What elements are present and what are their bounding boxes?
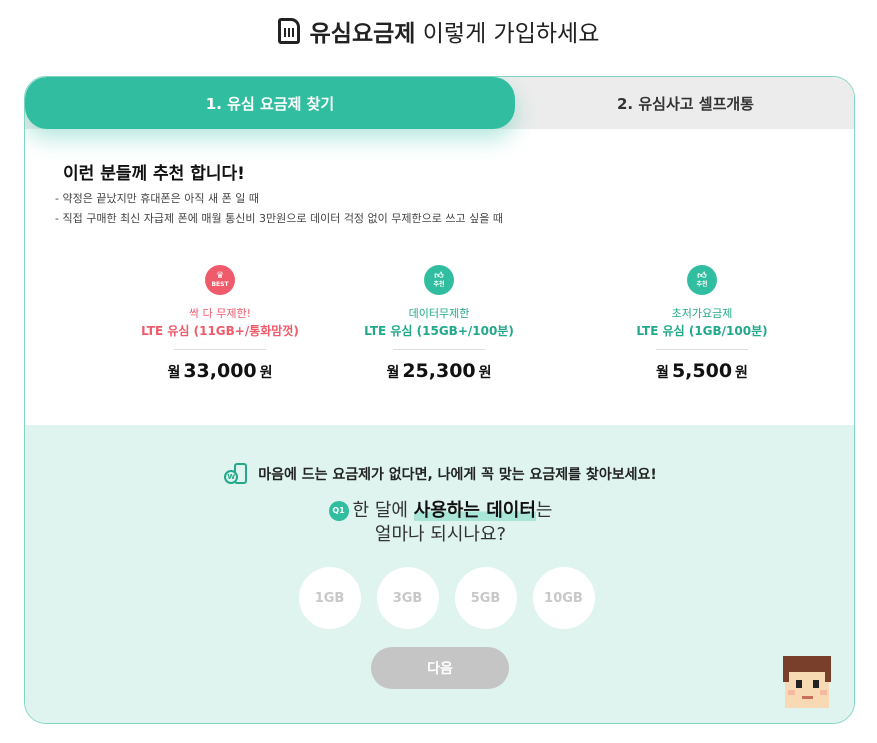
plan-name: LTE 유심 (15GB+/100분) (364, 324, 514, 338)
finder-heading: W 마음에 드는 요금제가 없다면, 나에게 꼭 맞는 요금제를 찾아보세요! (25, 463, 854, 485)
recommend-item: 약정은 끝났지만 휴대폰은 아직 새 폰 일 때 (55, 189, 503, 209)
plan-name: LTE 유심 (11GB+/통화맘껏) (141, 324, 299, 338)
recommend-item: 직접 구매한 최신 자급제 폰에 매월 통신비 3만원으로 데이터 걱정 없이 … (55, 209, 503, 229)
question-line2: 얼마나 되시나요? (374, 524, 507, 545)
thumbs-up-icon: 👍︎ (434, 271, 444, 281)
plan-divider (656, 349, 748, 350)
tab-bar: 2. 유심사고 셀프개통 1. 유심 요금제 찾기 (25, 77, 854, 129)
plan-tagline: 데이터무제한 (408, 307, 470, 320)
sim-card-icon (277, 18, 300, 44)
data-option-5gb[interactable]: 5GB (454, 567, 517, 629)
plan-price: 월 33,000 원 (120, 360, 320, 382)
badge-label: 추천 (696, 281, 708, 288)
plan-card-unlimited[interactable]: ♛ BEST 싹 다 무제한! LTE 유심 (11GB+/통화맘껏) 월 33… (120, 265, 320, 382)
question-text: 한 달에 (352, 500, 408, 521)
plan-price: 월 5,500 원 (602, 360, 802, 382)
plan-list: ♛ BEST 싹 다 무제한! LTE 유심 (11GB+/통화맘껏) 월 33… (25, 265, 854, 395)
data-option-1gb[interactable]: 1GB (298, 567, 361, 629)
price-amount: 25,300 (402, 360, 476, 382)
badge-label: BEST (211, 281, 229, 288)
question: Q1 한 달에 사용하는 데이터는 얼마나 되시나요? (25, 499, 854, 547)
plan-guide-card: 2. 유심사고 셀프개통 1. 유심 요금제 찾기 이런 분들께 추천 합니다!… (24, 76, 855, 724)
price-suffix: 원 (735, 365, 748, 381)
plan-card-data-unlimited[interactable]: 👍︎ 추천 데이터무제한 LTE 유심 (15GB+/100분) 월 25,30… (339, 265, 539, 382)
price-amount: 5,500 (671, 360, 733, 382)
plan-price: 월 25,300 원 (339, 360, 539, 382)
page-title-rest: 이렇게 가입하세요 (422, 21, 600, 47)
next-button[interactable]: 다음 (371, 647, 509, 689)
page-title: 유심요금제 이렇게 가입하세요 (0, 14, 877, 48)
thumbs-up-icon: 👍︎ (697, 271, 707, 281)
price-prefix: 월 (167, 365, 181, 381)
plan-finder-section: W 마음에 드는 요금제가 없다면, 나에게 꼭 맞는 요금제를 찾아보세요! … (25, 425, 854, 723)
crown-icon: ♛ (215, 271, 225, 281)
tab-find-plan[interactable]: 1. 유심 요금제 찾기 (25, 77, 515, 129)
price-suffix: 원 (478, 365, 492, 381)
question-number-badge: Q1 (328, 501, 349, 521)
plan-divider (174, 349, 266, 350)
question-text: 는 (535, 500, 553, 521)
price-suffix: 원 (259, 365, 273, 381)
price-prefix: 월 (386, 365, 400, 381)
recommend-title: 이런 분들께 추천 합니다! (63, 164, 245, 184)
page-title-strong: 유심요금제 (309, 21, 416, 47)
chatbot-avatar-icon[interactable] (782, 656, 832, 712)
plan-card-low-cost[interactable]: 👍︎ 추천 초저가요금제 LTE 유심 (1GB/100분) 월 5,500 원 (602, 265, 802, 382)
best-badge: ♛ BEST (205, 265, 235, 295)
phone-wifi-icon: W (224, 463, 250, 485)
plan-name: LTE 유심 (1GB/100분) (636, 324, 768, 338)
badge-label: 추천 (433, 281, 445, 288)
recommend-badge: 👍︎ 추천 (687, 265, 717, 295)
finder-heading-text: 마음에 드는 요금제가 없다면, 나에게 꼭 맞는 요금제를 찾아보세요! (258, 467, 657, 483)
question-highlight: 사용하는 데이터 (413, 500, 536, 521)
data-option-10gb[interactable]: 10GB (532, 567, 595, 629)
plan-tagline: 싹 다 무제한! (188, 307, 251, 320)
recommend-badge: 👍︎ 추천 (424, 265, 454, 295)
plan-tagline: 초저가요금제 (671, 307, 733, 320)
tab-self-activation[interactable]: 2. 유심사고 셀프개통 (515, 77, 854, 129)
data-option-3gb[interactable]: 3GB (376, 567, 439, 629)
price-prefix: 월 (656, 365, 669, 381)
price-amount: 33,000 (183, 360, 257, 382)
recommend-list: 약정은 끝났지만 휴대폰은 아직 새 폰 일 때 직접 구매한 최신 자급제 폰… (55, 189, 503, 229)
plan-divider (393, 349, 485, 350)
data-option-group: 1GB 3GB 5GB 10GB (25, 567, 854, 629)
